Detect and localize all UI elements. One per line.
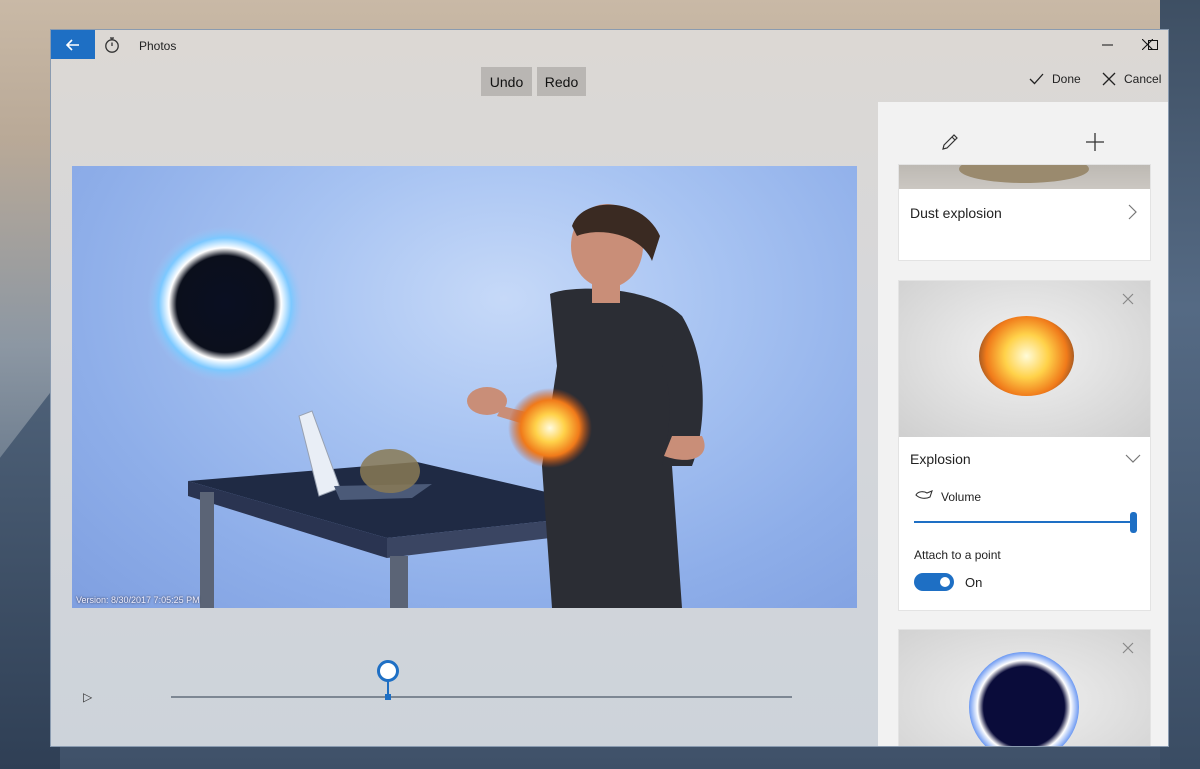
chevron-right-icon[interactable] — [1127, 204, 1137, 220]
pencil-icon[interactable] — [940, 132, 960, 152]
close-window-button[interactable] — [1124, 30, 1168, 59]
timer-icon — [105, 37, 119, 53]
undo-button[interactable]: Undo — [481, 67, 532, 96]
arrow-left-icon — [66, 38, 79, 51]
remove-effect-icon[interactable] — [1122, 293, 1134, 305]
attach-state: On — [965, 575, 983, 590]
volume-label: Volume — [941, 490, 982, 504]
minimize-icon — [1101, 44, 1113, 46]
effects-panel: Dust explosion Explosion Volume Attach t… — [878, 102, 1168, 746]
portal-effect — [147, 226, 303, 382]
attach-toggle[interactable] — [914, 573, 954, 591]
back-button[interactable] — [51, 30, 95, 59]
version-watermark: Version: 8/30/2017 7:05:25 PM — [76, 595, 200, 605]
volume-slider-track[interactable] — [914, 521, 1134, 523]
effect-card-portal[interactable] — [898, 629, 1151, 746]
title-bar: Photos — [51, 30, 1168, 62]
timeline-playhead[interactable] — [377, 660, 400, 682]
cancel-button[interactable]: Cancel — [1102, 72, 1161, 86]
close-icon — [1141, 39, 1153, 50]
chevron-down-icon[interactable] — [1125, 454, 1141, 464]
effect-name: Explosion — [910, 451, 971, 467]
explosion-effect — [508, 388, 592, 468]
effect-thumbnail — [899, 281, 1150, 437]
effect-name: Dust explosion — [910, 205, 1002, 221]
video-frame — [147, 204, 705, 608]
effect-thumbnail — [899, 630, 1150, 746]
attach-label: Attach to a point — [914, 548, 1001, 562]
timeline-track[interactable] — [171, 696, 792, 698]
volume-slider-thumb[interactable] — [1130, 512, 1137, 533]
remove-effect-icon[interactable] — [1122, 642, 1134, 654]
presenter — [467, 204, 705, 608]
redo-button[interactable]: Redo — [537, 67, 586, 96]
done-button[interactable]: Done — [1029, 72, 1081, 86]
toggle-knob — [940, 577, 950, 587]
volume-icon — [915, 490, 933, 499]
checkmark-icon — [1029, 73, 1044, 85]
effect-card-dust-explosion[interactable]: Dust explosion — [898, 164, 1151, 261]
effect-card-explosion[interactable]: Explosion Volume Attach to a point On — [898, 280, 1151, 611]
cancel-label: Cancel — [1124, 72, 1162, 86]
play-button[interactable]: ▷ — [83, 690, 92, 704]
timeline-playhead-marker — [385, 694, 392, 700]
app-title: Photos — [139, 39, 177, 53]
dust-effect — [360, 449, 420, 493]
cancel-icon — [1102, 72, 1116, 86]
video-preview[interactable]: Version: 8/30/2017 7:05:25 PM — [72, 166, 857, 608]
photos-window: Photos Undo Redo Done Cancel Version: 8/… — [50, 29, 1169, 747]
plus-icon[interactable] — [1085, 132, 1105, 152]
effect-thumbnail — [899, 165, 1150, 189]
done-label: Done — [1052, 72, 1081, 86]
